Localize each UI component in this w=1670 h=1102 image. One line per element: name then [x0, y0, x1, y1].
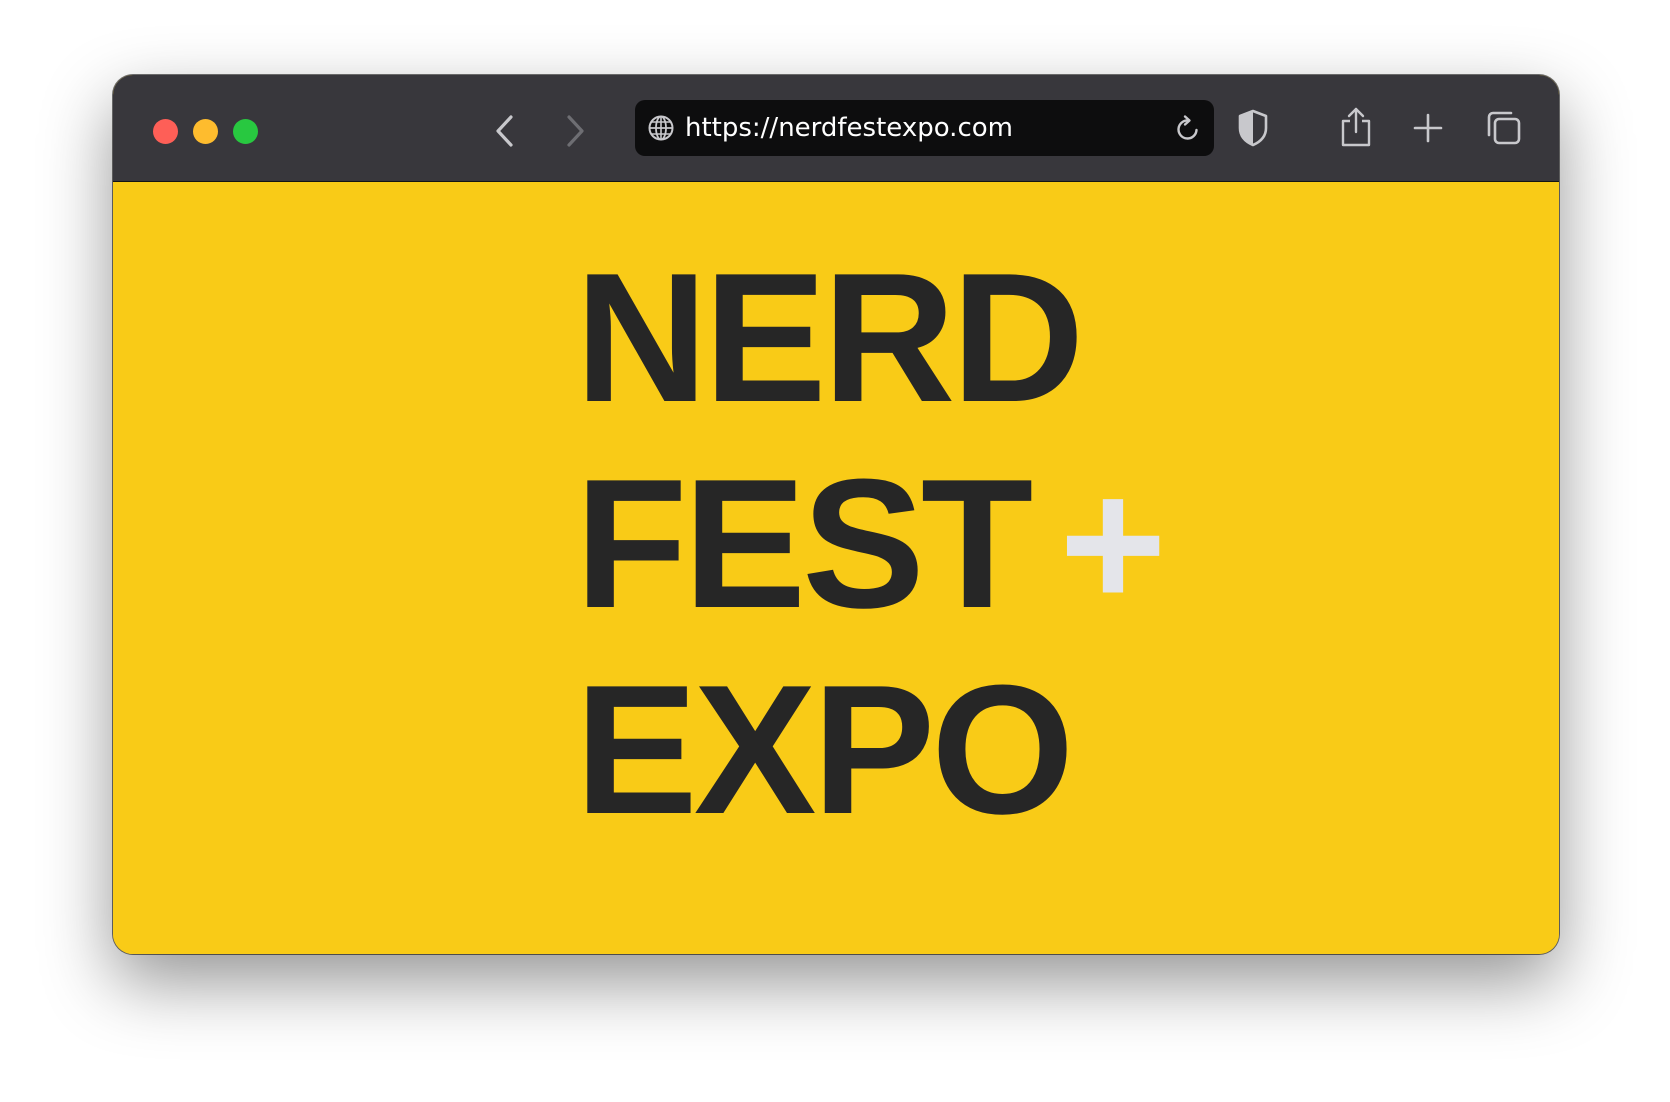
tabs-icon [1487, 111, 1521, 145]
close-window-button[interactable] [153, 119, 178, 144]
browser-toolbar: https://nerdfestexpo.com [113, 75, 1559, 182]
page-title: NERD FEST + EXPO [575, 234, 1167, 852]
globe-icon [648, 115, 674, 141]
page-content: NERD FEST + EXPO [113, 182, 1559, 954]
title-line-expo: EXPO [575, 646, 1074, 852]
chevron-left-icon [496, 115, 513, 147]
privacy-report-button[interactable] [1230, 105, 1276, 151]
back-button[interactable] [481, 107, 529, 155]
reload-icon[interactable] [1172, 113, 1204, 145]
browser-window: https://nerdfestexpo.com NERD FEST + EXP… [113, 75, 1559, 954]
title-word-fest: FEST [575, 440, 1033, 646]
shield-icon [1238, 109, 1268, 147]
url-text[interactable]: https://nerdfestexpo.com [685, 100, 1013, 156]
share-icon [1341, 107, 1371, 147]
zoom-window-button[interactable] [233, 119, 258, 144]
plus-mark: + [1059, 440, 1166, 646]
share-button[interactable] [1333, 101, 1379, 153]
tab-overview-button[interactable] [1481, 105, 1527, 151]
chevron-right-icon [567, 115, 584, 147]
plus-icon [1413, 113, 1443, 143]
minimize-window-button[interactable] [193, 119, 218, 144]
forward-button[interactable] [551, 107, 599, 155]
title-line-fest: FEST + [575, 440, 1167, 646]
address-bar[interactable]: https://nerdfestexpo.com [635, 100, 1214, 156]
title-line-nerd: NERD [575, 234, 1084, 440]
new-tab-button[interactable] [1405, 105, 1451, 151]
